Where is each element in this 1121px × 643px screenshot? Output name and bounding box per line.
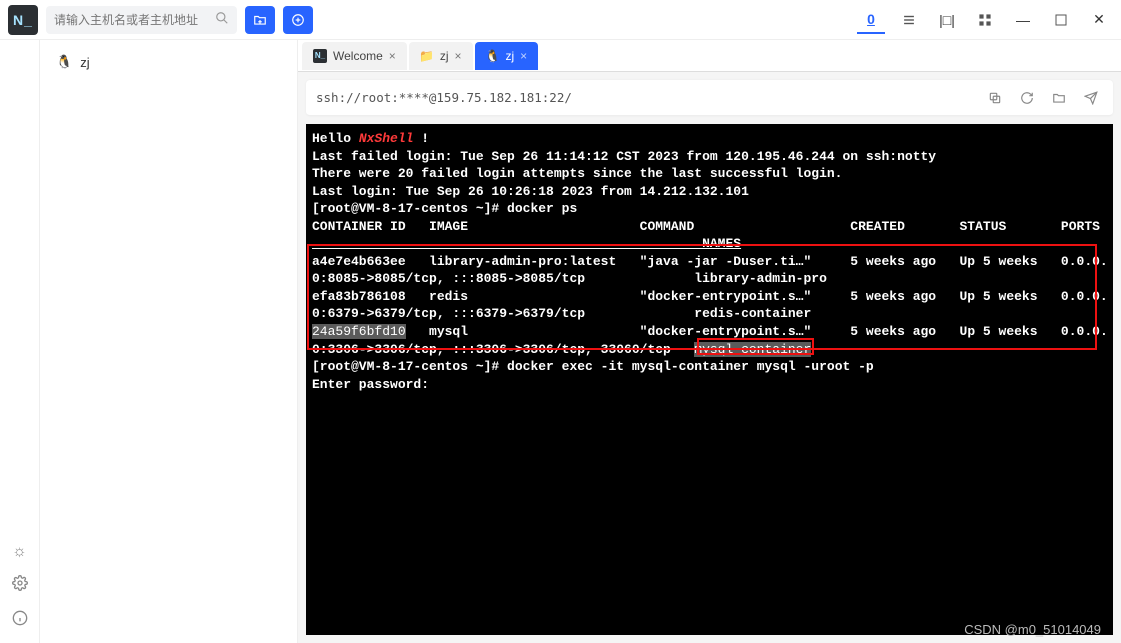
tree-item-label: zj xyxy=(80,55,89,70)
tab-close-icon[interactable]: × xyxy=(389,49,396,63)
refresh-icon[interactable] xyxy=(1015,91,1039,105)
add-button[interactable] xyxy=(283,6,313,34)
logo-icon: N_ xyxy=(313,49,327,63)
settings-icon[interactable] xyxy=(12,575,28,596)
grid-view-icon[interactable] xyxy=(971,6,999,34)
add-folder-button[interactable] xyxy=(245,6,275,34)
copy-icon[interactable] xyxy=(983,91,1007,105)
window-maximize-icon[interactable] xyxy=(1047,6,1075,34)
penguin-icon: 🐧 xyxy=(56,54,72,70)
tab-welcome[interactable]: N_ Welcome × xyxy=(302,42,407,70)
folder-open-icon[interactable] xyxy=(1047,91,1071,105)
theme-toggle-icon[interactable]: ☼ xyxy=(12,543,27,561)
view-mode-2-icon[interactable] xyxy=(895,6,923,34)
sidebar: 🐧 zj xyxy=(40,40,298,643)
search-box[interactable] xyxy=(46,6,237,34)
app-logo: N_ xyxy=(8,5,38,35)
tree-item[interactable]: 🐧 zj xyxy=(50,50,287,74)
info-icon[interactable] xyxy=(12,610,28,631)
split-view-icon[interactable]: |□| xyxy=(933,6,961,34)
penguin-icon: 🐧 xyxy=(486,49,500,63)
tabs: N_ Welcome × 📁 zj × 🐧 zj × xyxy=(298,40,1121,72)
terminal[interactable]: Hello NxShell ! Last failed login: Tue S… xyxy=(306,124,1113,635)
terminal-output: Hello NxShell ! Last failed login: Tue S… xyxy=(312,130,1107,393)
view-mode-1-icon[interactable]: 0 xyxy=(857,6,885,34)
tab-terminal[interactable]: 🐧 zj × xyxy=(475,42,539,70)
window-minimize-icon[interactable]: — xyxy=(1009,6,1037,34)
topbar: N_ 0 |□| — ✕ xyxy=(0,0,1121,40)
window-close-icon[interactable]: ✕ xyxy=(1085,6,1113,34)
tab-label: zj xyxy=(506,49,515,63)
tab-close-icon[interactable]: × xyxy=(454,49,461,63)
watermark: CSDN @m0_51014049 xyxy=(964,622,1101,637)
folder-icon: 📁 xyxy=(420,49,434,63)
send-icon[interactable] xyxy=(1079,91,1103,105)
tab-label: Welcome xyxy=(333,49,383,63)
search-input[interactable] xyxy=(54,13,209,27)
tab-label: zj xyxy=(440,49,449,63)
topbar-right: 0 |□| — ✕ xyxy=(857,6,1113,34)
tab-folder[interactable]: 📁 zj × xyxy=(409,42,473,70)
search-icon xyxy=(215,11,229,28)
address-text: ssh://root:****@159.75.182.181:22/ xyxy=(316,90,975,105)
left-rail: ☼ xyxy=(0,40,40,643)
tab-close-icon[interactable]: × xyxy=(520,49,527,63)
workarea: N_ Welcome × 📁 zj × 🐧 zj × ssh://root:**… xyxy=(298,40,1121,643)
address-bar: ssh://root:****@159.75.182.181:22/ xyxy=(306,80,1113,116)
